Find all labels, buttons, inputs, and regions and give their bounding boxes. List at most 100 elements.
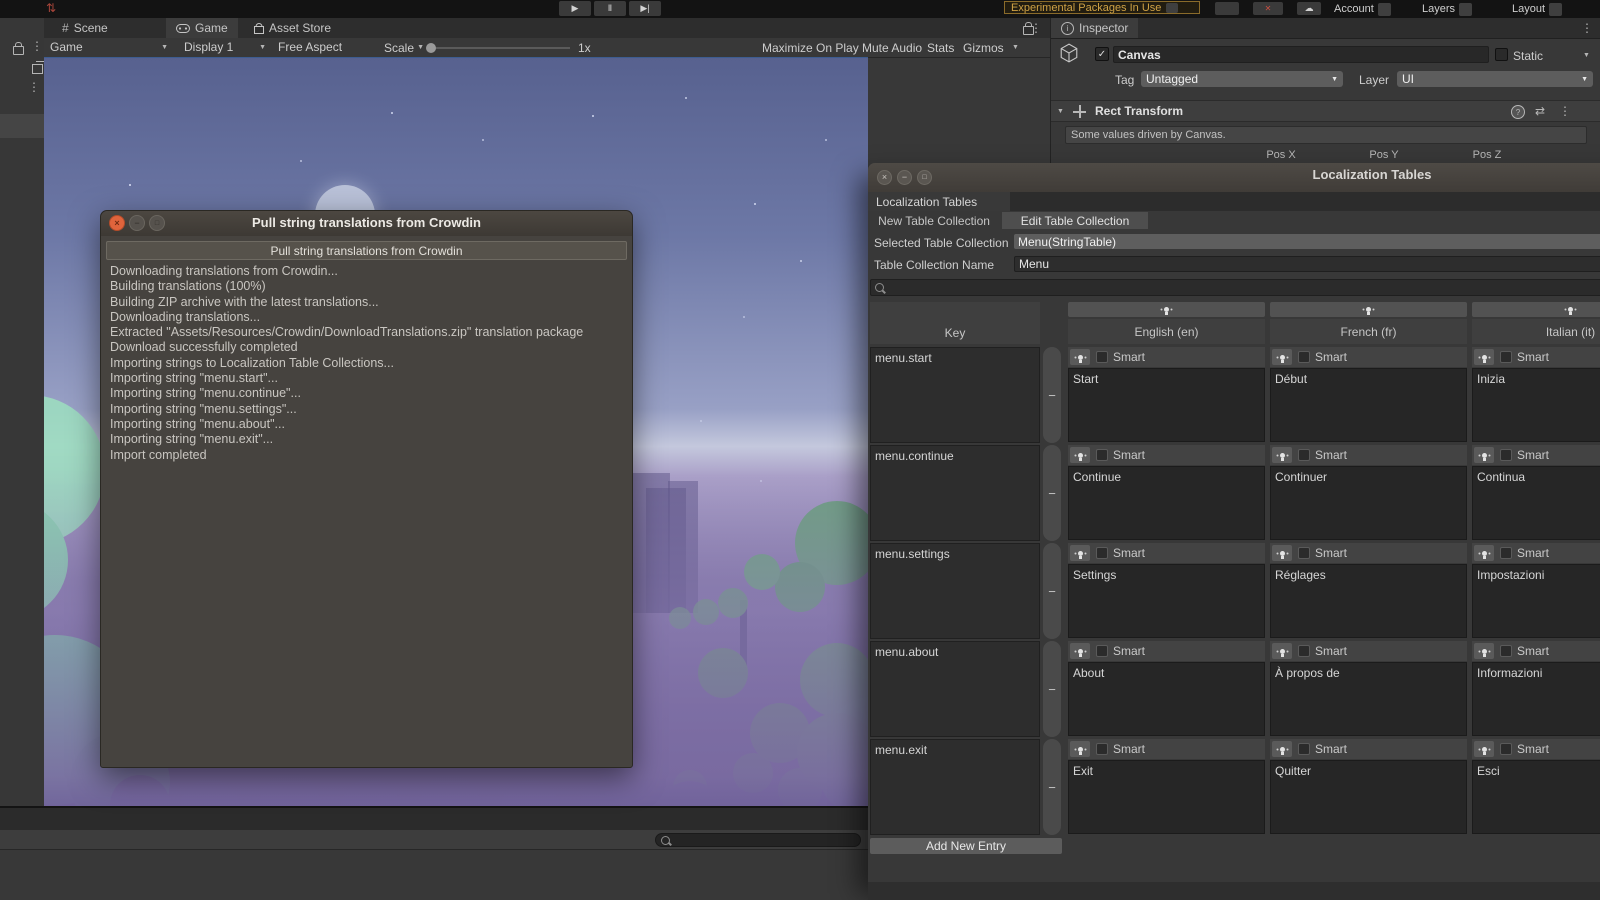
smart-string-icon[interactable] — [1474, 545, 1494, 561]
translation-field[interactable]: Informazioni — [1472, 662, 1600, 736]
remove-entry-button[interactable]: − — [1043, 641, 1061, 737]
anchor-presets-icon[interactable] — [1073, 105, 1086, 118]
table-search-input[interactable] — [870, 279, 1600, 296]
key-cell[interactable]: menu.settings — [870, 543, 1040, 639]
new-table-collection-button[interactable]: New Table Collection — [868, 212, 1000, 229]
foldout-arrow-icon[interactable]: ▼ — [1057, 108, 1064, 115]
smart-checkbox[interactable] — [1096, 351, 1108, 363]
lock-icon[interactable] — [13, 42, 24, 55]
smart-checkbox[interactable] — [1500, 449, 1512, 461]
search-input[interactable] — [655, 833, 861, 847]
smart-checkbox[interactable] — [1298, 547, 1310, 559]
key-cell[interactable]: menu.about — [870, 641, 1040, 737]
smart-checkbox[interactable] — [1298, 449, 1310, 461]
maximize-on-play-button[interactable]: Maximize On Play — [762, 41, 859, 55]
step-button[interactable]: ▶| — [629, 1, 661, 16]
layers-menu[interactable]: Layers — [1422, 2, 1473, 16]
smart-checkbox[interactable] — [1298, 351, 1310, 363]
pull-translations-button[interactable]: Pull string translations from Crowdin — [106, 241, 627, 260]
scale-slider-knob[interactable] — [426, 43, 436, 53]
translation-field[interactable]: Inizia — [1472, 368, 1600, 442]
tag-dropdown[interactable]: Untagged ▼ — [1141, 71, 1343, 87]
tab-inspector[interactable]: i Inspector — [1051, 18, 1139, 38]
collab-button[interactable]: ✕ — [1253, 2, 1283, 15]
remove-entry-button[interactable]: − — [1043, 445, 1061, 541]
translation-field[interactable]: Impostazioni — [1472, 564, 1600, 638]
rect-transform-header[interactable]: ▼ Rect Transform ? ⇄ ⋮ — [1051, 100, 1600, 122]
static-checkbox[interactable] — [1495, 48, 1508, 61]
translation-field[interactable]: Continua — [1472, 466, 1600, 540]
translation-field[interactable]: About — [1068, 662, 1265, 736]
smart-string-icon[interactable] — [1272, 349, 1292, 365]
bottom-panel-tabbar[interactable] — [0, 808, 868, 830]
tab-asset-store[interactable]: Asset Store — [244, 18, 341, 38]
smart-string-icon[interactable] — [1272, 643, 1292, 659]
tab-localization-tables[interactable]: Localization Tables — [868, 192, 1010, 211]
column-smart-icon-bar[interactable] — [1068, 302, 1265, 317]
smart-string-icon[interactable] — [1272, 545, 1292, 561]
scale-slider-track[interactable] — [432, 47, 570, 49]
presets-icon[interactable]: ⇄ — [1535, 104, 1545, 118]
tab-scene[interactable]: # Scene — [52, 18, 118, 38]
italian-column-header[interactable]: Italian (it) — [1472, 319, 1600, 344]
mute-audio-button[interactable]: Mute Audio — [862, 41, 922, 55]
key-cell[interactable]: menu.exit — [870, 739, 1040, 835]
component-kebab-icon[interactable]: ⋮ — [1559, 104, 1571, 118]
key-cell[interactable]: menu.start — [870, 347, 1040, 443]
panel-kebab-icon[interactable]: ⋮ — [1581, 21, 1593, 35]
smart-string-icon[interactable] — [1070, 447, 1090, 463]
collapsed-tab[interactable] — [0, 114, 44, 138]
key-cell[interactable]: menu.continue — [870, 445, 1040, 541]
gizmos-dropdown[interactable]: Gizmos — [963, 41, 1004, 55]
remove-entry-button[interactable]: − — [1043, 739, 1061, 835]
smart-checkbox[interactable] — [1096, 743, 1108, 755]
layout-menu[interactable]: Layout — [1512, 2, 1563, 16]
kebab-menu-icon[interactable]: ⋮ — [28, 80, 40, 94]
dialog-titlebar[interactable]: × − □ Pull string translations from Crow… — [101, 211, 632, 236]
translation-field[interactable]: Continue — [1068, 466, 1265, 540]
experimental-packages-warning[interactable]: Experimental Packages In Use — [1004, 1, 1200, 14]
play-button[interactable]: ▶ — [559, 1, 591, 16]
add-new-entry-button[interactable]: Add New Entry — [870, 838, 1062, 854]
collection-name-input[interactable]: Menu — [1014, 256, 1600, 272]
translation-field[interactable]: Start — [1068, 368, 1265, 442]
lock-icon[interactable] — [1023, 22, 1034, 35]
smart-string-icon[interactable] — [1474, 643, 1494, 659]
layer-dropdown[interactable]: UI ▼ — [1397, 71, 1593, 87]
smart-checkbox[interactable] — [1500, 645, 1512, 657]
static-dropdown-arrow[interactable]: ▼ — [1583, 52, 1590, 59]
smart-string-icon[interactable] — [1070, 545, 1090, 561]
account-menu[interactable]: Account — [1334, 2, 1391, 16]
smart-checkbox[interactable] — [1096, 449, 1108, 461]
french-column-header[interactable]: French (fr) — [1270, 319, 1467, 344]
translation-field[interactable]: Continuer — [1270, 466, 1467, 540]
column-smart-icon-bar[interactable] — [1472, 302, 1600, 317]
column-smart-icon-bar[interactable] — [1270, 302, 1467, 317]
selected-collection-value[interactable]: Menu(StringTable) — [1014, 234, 1600, 249]
smart-checkbox[interactable] — [1096, 645, 1108, 657]
translation-field[interactable]: À propos de — [1270, 662, 1467, 736]
smart-string-icon[interactable] — [1070, 349, 1090, 365]
translation-field[interactable]: Début — [1270, 368, 1467, 442]
kebab-menu-icon[interactable]: ⋮ — [31, 39, 43, 53]
key-column-header[interactable]: Key — [870, 302, 1040, 344]
restore-window-icon[interactable] — [32, 61, 46, 74]
window-titlebar[interactable]: × − □ Localization Tables — [868, 163, 1600, 192]
game-target-dropdown[interactable]: Game ▼ — [50, 40, 168, 54]
help-icon[interactable]: ? — [1511, 105, 1525, 119]
active-checkbox[interactable]: ✓ — [1095, 47, 1109, 61]
display-dropdown[interactable]: Display 1 ▼ — [184, 40, 266, 54]
smart-string-icon[interactable] — [1272, 741, 1292, 757]
version-control-icon[interactable]: ⇅ — [46, 1, 56, 15]
translation-field[interactable]: Settings — [1068, 564, 1265, 638]
edit-table-collection-button[interactable]: Edit Table Collection — [1002, 212, 1148, 229]
translation-field[interactable]: Exit — [1068, 760, 1265, 834]
gizmos-arrow-icon[interactable]: ▼ — [1012, 44, 1019, 51]
cloud-button[interactable]: ☁ — [1297, 2, 1321, 15]
smart-checkbox[interactable] — [1298, 645, 1310, 657]
smart-checkbox[interactable] — [1500, 351, 1512, 363]
remove-entry-button[interactable]: − — [1043, 543, 1061, 639]
smart-string-icon[interactable] — [1474, 741, 1494, 757]
smart-string-icon[interactable] — [1474, 447, 1494, 463]
smart-string-icon[interactable] — [1474, 349, 1494, 365]
